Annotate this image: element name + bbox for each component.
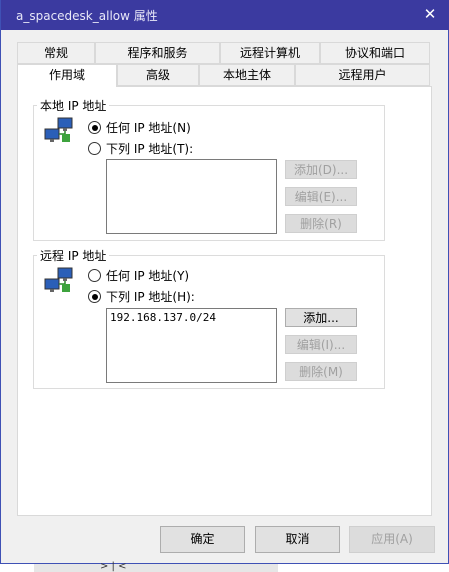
remote-edit-button[interactable]: 编辑(I)... [285, 335, 357, 354]
local-ip-list[interactable] [106, 159, 277, 234]
remote-add-button[interactable]: 添加... [285, 308, 357, 327]
tab-programs-services[interactable]: 程序和服务 [95, 42, 220, 64]
tab-local-principals[interactable]: 本地主体 [199, 64, 295, 86]
close-icon[interactable]: ✕ [420, 4, 440, 24]
local-listed-ip-radio[interactable]: 下列 IP 地址(T): [88, 140, 193, 157]
remote-remove-button[interactable]: 删除(M) [285, 362, 357, 381]
cancel-button[interactable]: 取消 [255, 526, 340, 553]
tab-advanced[interactable]: 高级 [117, 64, 199, 86]
properties-dialog: a_spacedesk_allow 属性 ✕ 常规 程序和服务 远程计算机 协议… [0, 0, 449, 564]
remote-any-ip-label: 任何 IP 地址(Y) [106, 269, 190, 283]
local-listed-ip-label: 下列 IP 地址(T): [106, 142, 194, 156]
tab-remote-users[interactable]: 远程用户 [295, 64, 430, 86]
remote-listed-ip-label: 下列 IP 地址(H): [106, 290, 195, 304]
tab-remote-computers[interactable]: 远程计算机 [220, 42, 320, 64]
apply-button[interactable]: 应用(A) [349, 526, 435, 553]
background-bar [34, 564, 278, 572]
remote-listed-ip-radio[interactable]: 下列 IP 地址(H): [88, 288, 195, 305]
local-any-ip-radio[interactable]: 任何 IP 地址(N) [88, 119, 191, 136]
remote-any-ip-radio-dot[interactable] [88, 269, 101, 282]
scope-panel: 本地 IP 地址 任何 IP 地址(N) 下列 IP 地址(T): 添加(D).… [17, 86, 432, 516]
remote-any-ip-radio[interactable]: 任何 IP 地址(Y) [88, 267, 189, 284]
tab-general[interactable]: 常规 [17, 42, 95, 64]
local-ip-group-label: 本地 IP 地址 [37, 97, 110, 114]
local-listed-ip-radio-dot[interactable] [88, 142, 101, 155]
network-computers-icon [44, 267, 73, 292]
tab-scope[interactable]: 作用域 [17, 64, 117, 87]
local-edit-button[interactable]: 编辑(E)... [285, 187, 357, 206]
local-remove-button[interactable]: 删除(R) [285, 214, 357, 233]
list-item[interactable]: 192.168.137.0/24 [110, 311, 273, 324]
ok-button[interactable]: 确定 [160, 526, 245, 553]
background-strip: > | < [0, 561, 449, 572]
window-title: a_spacedesk_allow 属性 [16, 9, 158, 23]
remote-ip-group-label: 远程 IP 地址 [37, 247, 110, 264]
local-any-ip-radio-dot[interactable] [88, 121, 101, 134]
network-computers-icon [44, 117, 73, 142]
tab-protocols-ports[interactable]: 协议和端口 [320, 42, 430, 64]
title-bar: a_spacedesk_allow 属性 ✕ [1, 0, 449, 30]
remote-listed-ip-radio-dot[interactable] [88, 290, 101, 303]
local-add-button[interactable]: 添加(D)... [285, 160, 357, 179]
local-any-ip-label: 任何 IP 地址(N) [106, 121, 191, 135]
remote-ip-list[interactable]: 192.168.137.0/24 [106, 308, 277, 383]
background-glyphs: > | < [100, 561, 127, 572]
